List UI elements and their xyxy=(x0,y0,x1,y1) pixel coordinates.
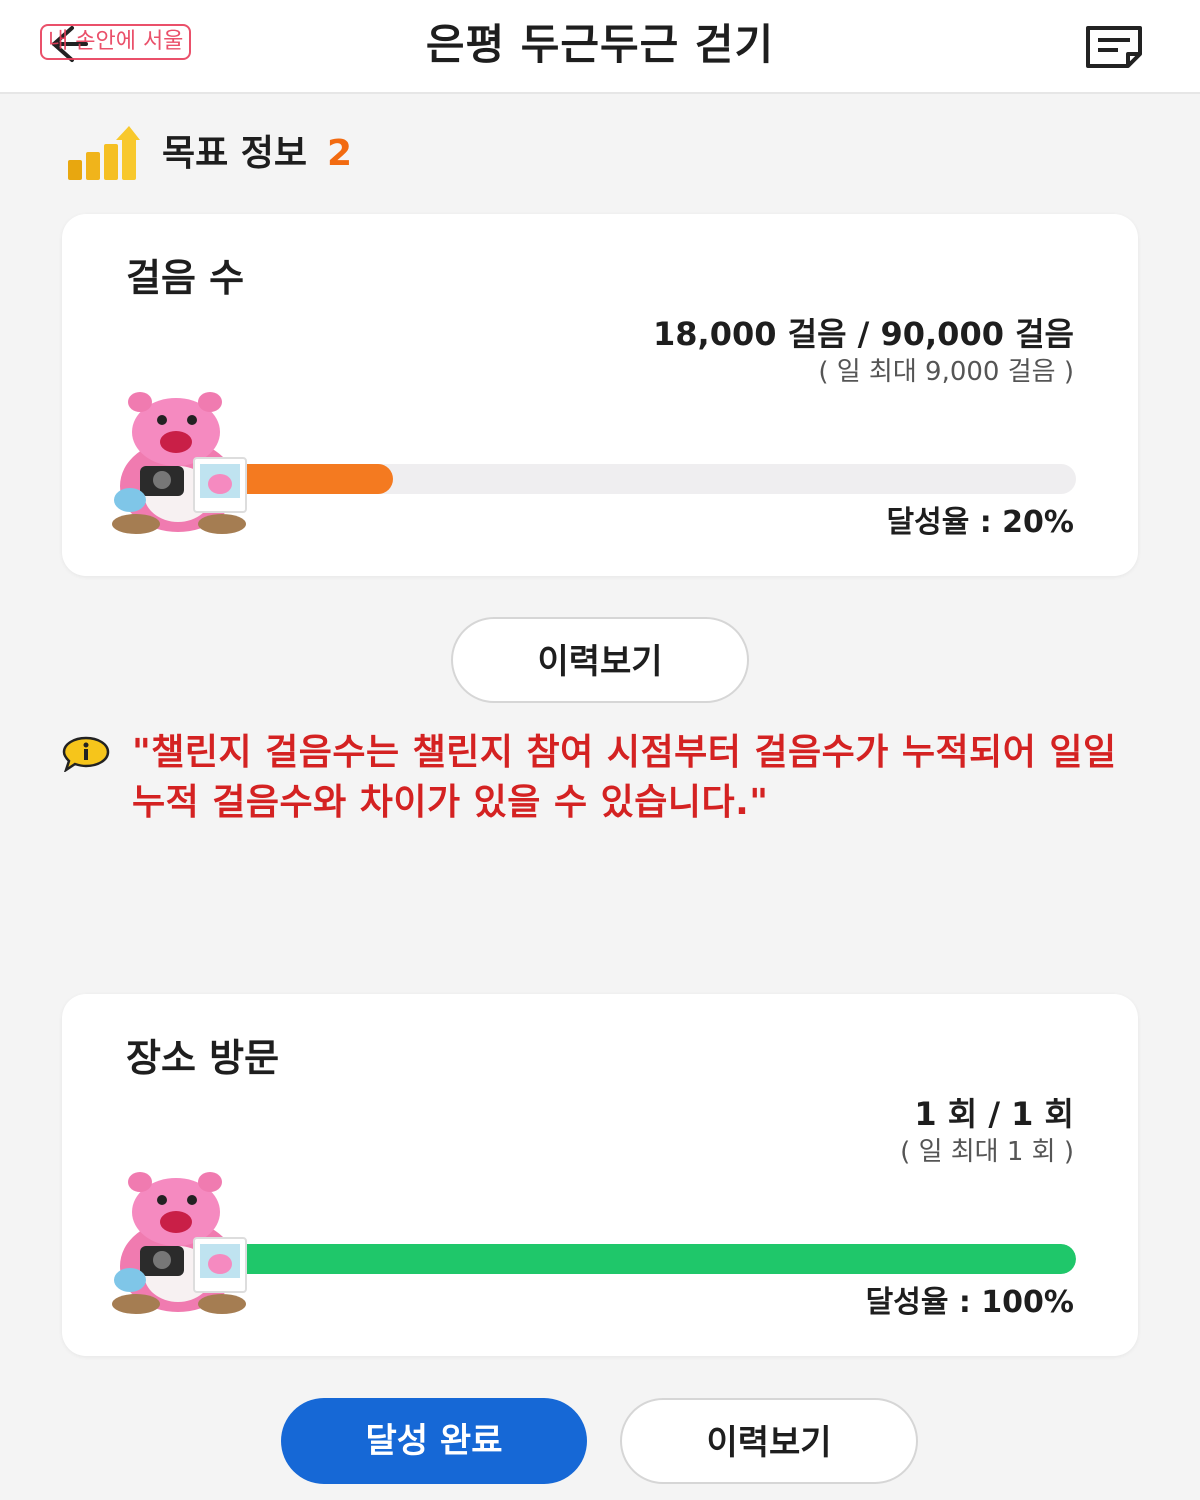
goal-title: 장소 방문 xyxy=(126,1036,280,1080)
goal-count: 2 xyxy=(327,133,353,174)
bar-chart-up-icon xyxy=(68,126,140,180)
progress-track xyxy=(222,464,1076,494)
info-icon xyxy=(62,736,110,772)
goal-daily-max: ( 일 최대 1 회 ) xyxy=(900,1137,1074,1167)
memo-button[interactable] xyxy=(1082,24,1146,68)
mascot-image xyxy=(112,392,247,534)
goal-card-steps: 걸음 수 18,000 걸음 / 90,000 걸음 ( 일 최대 9,000 … xyxy=(62,214,1138,576)
goal-title: 걸음 수 xyxy=(126,256,245,300)
notice-text: "챌린지 걸음수는 챌린지 참여 시점부터 걸음수가 누적되어 일일 누적 걸음… xyxy=(132,732,1117,823)
mascot-image xyxy=(112,1172,247,1314)
progress-fill xyxy=(222,1244,1076,1274)
history-button-visit[interactable]: 이력보기 xyxy=(620,1398,918,1484)
goal-value: 1 회 / 1 회 xyxy=(914,1095,1074,1133)
memo-icon xyxy=(1086,26,1142,68)
section-title: 목표 정보 xyxy=(162,133,308,174)
page-title: 은평 두근두근 걷기 xyxy=(425,20,775,69)
achievement-rate: 달성율 : 20% xyxy=(886,505,1075,540)
goal-daily-max: ( 일 최대 9,000 걸음 ) xyxy=(818,357,1074,387)
goal-card-visit: 장소 방문 1 회 / 1 회 ( 일 최대 1 회 ) 달성율 : 100% xyxy=(62,994,1138,1356)
achievement-rate: 달성율 : 100% xyxy=(865,1285,1074,1320)
achievement-complete-button[interactable]: 달성 완료 xyxy=(281,1398,587,1484)
progress-track xyxy=(222,1244,1076,1274)
notice-box: "챌린지 걸음수는 챌린지 참여 시점부터 걸음수가 누적되어 일일 누적 걸음… xyxy=(60,728,1140,888)
app-header: 내 손안에 서울 은평 두근두근 걷기 xyxy=(0,0,1200,94)
history-button-steps[interactable]: 이력보기 xyxy=(451,617,749,703)
goal-value: 18,000 걸음 / 90,000 걸음 xyxy=(653,315,1074,353)
